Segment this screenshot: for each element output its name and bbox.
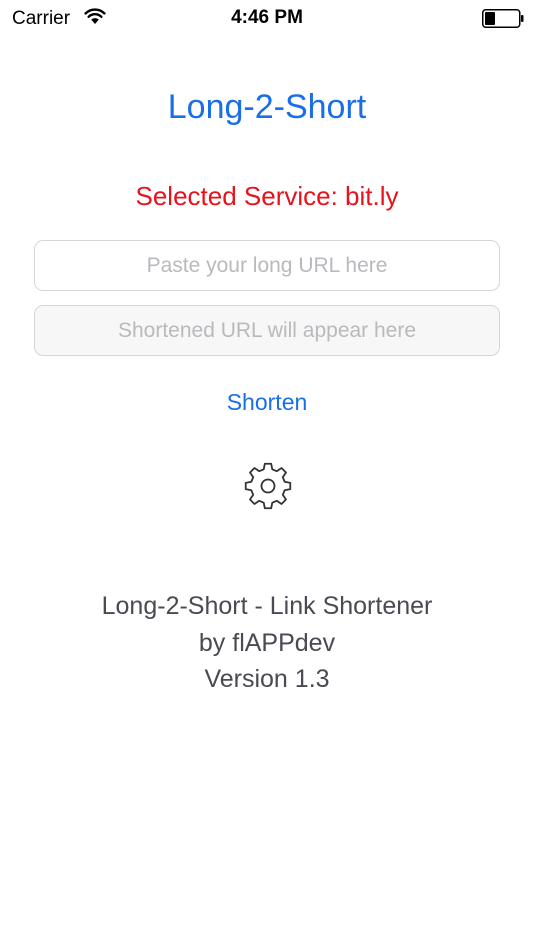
short-url-field[interactable] [34,305,500,356]
status-time: 4:46 PM [231,7,303,28]
app-info-version: Version 1.3 [204,665,330,693]
app-screen: Carrier 4:46 PM Long-2-Short Selected Se… [0,0,534,950]
shorten-button[interactable]: Shorten [167,384,367,420]
selected-service-label: Selected Service: bit.ly [135,181,399,211]
app-info-author: by flAPPdev [198,628,336,657]
battery-icon [482,9,524,28]
gear-hub [260,478,276,494]
long-url-input[interactable] [34,240,500,291]
gear-outline [244,462,292,510]
status-bar: Carrier 4:46 PM [0,0,534,40]
gear-icon[interactable] [244,462,292,510]
app-info-title: Long-2-Short - Link Shortener [101,592,433,620]
app-info: Long-2-Short - Link Shortener by flAPPde… [0,588,534,698]
app-title: Long-2-Short [167,88,367,126]
